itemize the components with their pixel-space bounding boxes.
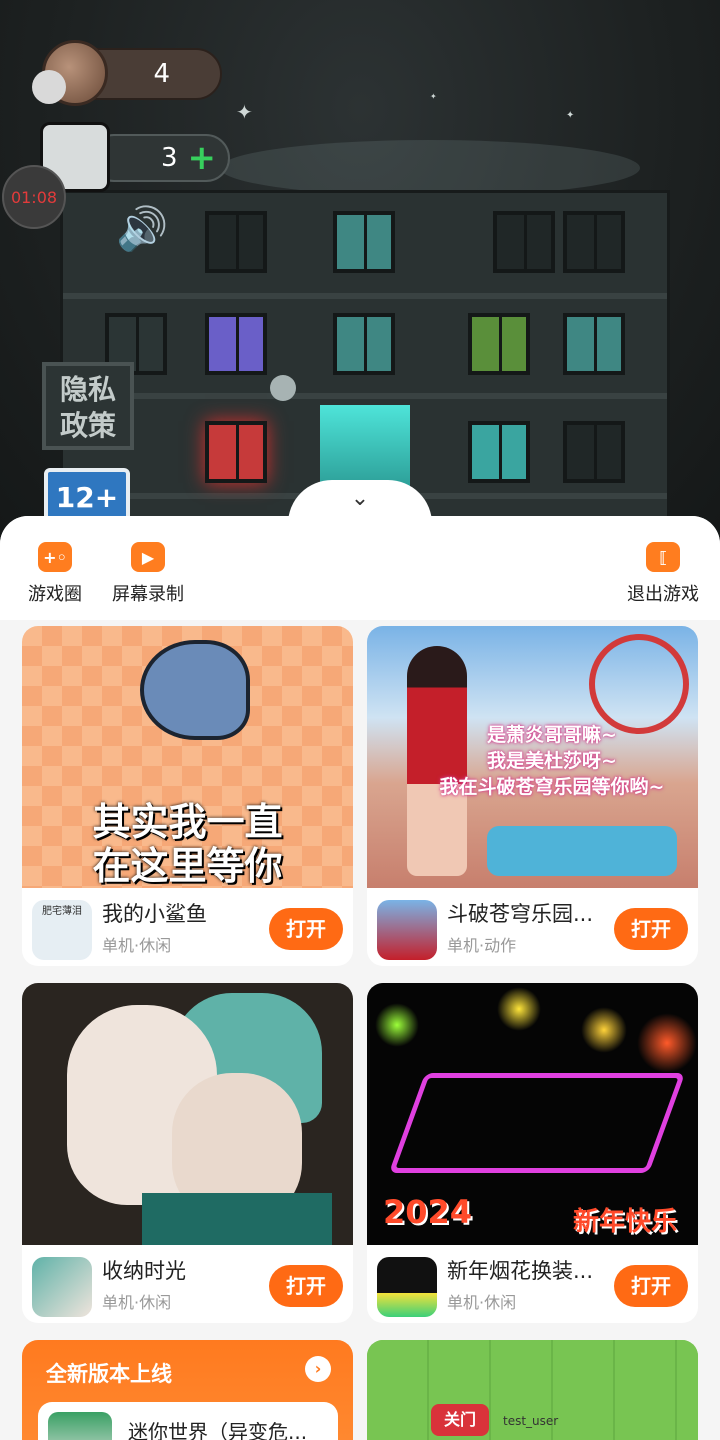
player-name: test_user [503, 1414, 559, 1428]
game-name: 收纳时光 [102, 1259, 186, 1283]
game-name: 我的小鲨鱼 [102, 902, 207, 926]
game-icon [377, 900, 437, 960]
game-icon [48, 1412, 112, 1440]
firework-decor [581, 1007, 627, 1053]
exit-game-label: 退出游戏 [627, 584, 699, 605]
speaker-icon[interactable]: 🔊 [116, 204, 172, 254]
game-card[interactable]: 收纳时光 单机·休闲 打开 [22, 983, 353, 1323]
new-version-promo[interactable]: 全新版本上线 › 迷你世界（异变危... [22, 1340, 353, 1440]
window-silhouette[interactable] [468, 421, 530, 483]
game-circle-icon: +◦ [38, 542, 72, 572]
exit-game-button[interactable]: ⟦ 退出游戏 [627, 542, 699, 606]
pool-illustration [487, 826, 677, 876]
game-card[interactable]: 2024 新年快乐 新年烟花换装... 单机·休闲 打开 [367, 983, 698, 1323]
game-name: 新年烟花换装... [447, 1259, 594, 1283]
star-decor: ✦ [566, 110, 575, 121]
floating-assistive-dot[interactable] [32, 70, 66, 104]
window-zombie[interactable] [468, 313, 530, 375]
cloud-decor [220, 140, 640, 196]
game-icon [377, 1257, 437, 1317]
firework-decor [497, 987, 541, 1031]
neon-track-illustration [388, 1073, 686, 1173]
countdown-timer: 01:08 [2, 165, 66, 229]
greeting-label: 新年快乐 [573, 1207, 678, 1237]
game-thumbnail [22, 983, 353, 1245]
game-thumbnail: 其实我一直 在这里等你 [22, 626, 353, 888]
chevron-down-icon: ⌄ [350, 486, 370, 511]
game-card[interactable]: 其实我一直 在这里等你 肥宅薄泪 我的小鲨鱼 单机·休闲 打开 [22, 626, 353, 966]
game-icon: 肥宅薄泪 [32, 900, 92, 960]
game-tag: 单机·动作 [447, 936, 517, 955]
game-tag: 单机·休闲 [102, 936, 172, 955]
firework-decor [375, 1003, 419, 1047]
window-red-alert[interactable] [205, 421, 267, 483]
year-label: 2024 [383, 1193, 473, 1231]
life-counter: 3 + [90, 134, 230, 182]
life-count: 3 [160, 143, 178, 173]
window-purple[interactable] [205, 313, 267, 375]
thumbnail-caption: 其实我一直 在这里等你 [92, 800, 283, 888]
star-decor: ✦ [236, 100, 253, 124]
street-lamp [270, 375, 296, 401]
game-tag: 单机·休闲 [447, 1293, 517, 1312]
add-life-button[interactable]: + [188, 138, 217, 178]
game-icon-caption: 肥宅薄泪 [42, 906, 82, 917]
game-name: 斗破苍穹乐园... [447, 902, 594, 926]
open-game-button[interactable]: 打开 [269, 1265, 343, 1307]
coin-count: 4 [153, 59, 170, 89]
open-game-button[interactable]: 打开 [269, 908, 343, 950]
promo-title: 全新版本上线 [46, 1362, 172, 1386]
promo-game-item[interactable]: 迷你世界（异变危... [38, 1402, 338, 1440]
firework-decor [637, 1013, 697, 1073]
thumbnail-caption: 是萧炎哥哥嘛~ 我是美杜莎呀~ 我在斗破苍穹乐园等你哟~ [439, 724, 665, 798]
game-canvas[interactable]: ✦ ✦ ✦ 4 3 + 01:08 🔊 隐私 政策 12+ [0, 0, 720, 540]
game-thumbnail: 2024 新年快乐 [367, 983, 698, 1245]
shark-illustration [140, 640, 250, 740]
game-card[interactable]: 关门 test_user [367, 1340, 698, 1440]
collapse-sheet-button[interactable]: ⌄ [288, 480, 432, 540]
screen-record-label: 屏幕录制 [112, 584, 184, 605]
game-menu-sheet: +◦ 游戏圈 ▶ 屏幕录制 ⟦ 退出游戏 其实我一直 在这里等你 肥宅薄泪 我的… [0, 516, 720, 1440]
ferris-wheel-illustration [589, 634, 689, 734]
game-icon [32, 1257, 92, 1317]
exit-door-icon: ⟦ [646, 542, 680, 572]
star-decor: ✦ [430, 92, 437, 101]
open-game-button[interactable]: 打开 [614, 1265, 688, 1307]
chevron-right-icon[interactable]: › [305, 1356, 331, 1382]
promo-game-name: 迷你世界（异变危... [128, 1420, 308, 1440]
game-circle-button[interactable]: +◦ 游戏圈 [28, 542, 82, 606]
game-card[interactable]: 是萧炎哥哥嘛~ 我是美杜莎呀~ 我在斗破苍穹乐园等你哟~ 斗破苍穹乐园... 单… [367, 626, 698, 966]
screen-record-button[interactable]: ▶ 屏幕录制 [112, 542, 184, 606]
collar-illustration [142, 1193, 332, 1245]
open-game-button[interactable]: 打开 [614, 908, 688, 950]
game-tag: 单机·休闲 [102, 1293, 172, 1312]
close-door-label: 关门 [431, 1404, 489, 1436]
video-camera-icon: ▶ [131, 542, 165, 572]
game-circle-label: 游戏圈 [28, 584, 82, 605]
privacy-policy-button[interactable]: 隐私 政策 [42, 362, 134, 450]
game-thumbnail: 是萧炎哥哥嘛~ 我是美杜莎呀~ 我在斗破苍穹乐园等你哟~ [367, 626, 698, 888]
